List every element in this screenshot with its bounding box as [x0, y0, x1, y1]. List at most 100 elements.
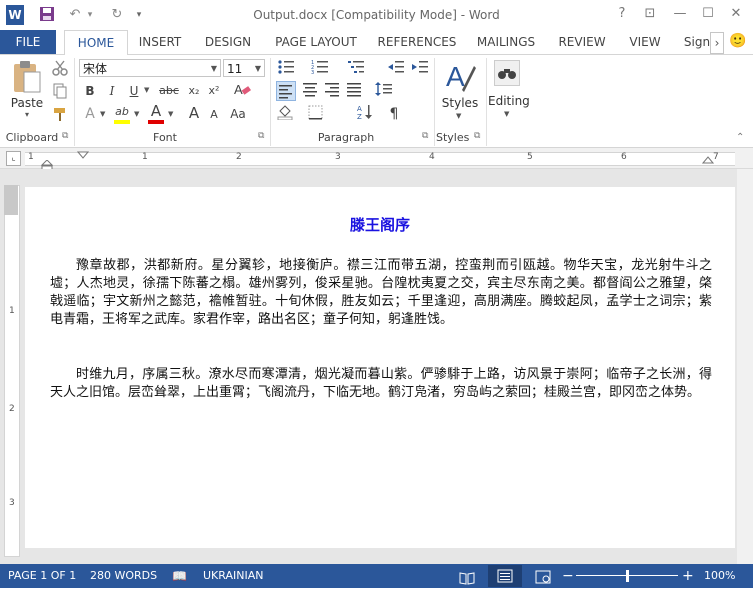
decrease-indent-icon[interactable]	[386, 59, 406, 79]
document-paragraph[interactable]: 时维九月，序属三秋。潦水尽而寒潭清，烟光凝而暮山紫。俨骖騑于上路，访风景于崇阿；…	[50, 366, 712, 402]
font-size-combo[interactable]: 11 ▼	[223, 59, 265, 77]
font-color-dropdown-icon[interactable]: ▼	[168, 110, 173, 118]
tab-mailings[interactable]: MAILINGS	[470, 30, 542, 54]
tab-view[interactable]: VIEW	[622, 30, 668, 54]
clear-formatting-icon[interactable]: A	[232, 81, 252, 101]
save-icon[interactable]	[38, 6, 56, 24]
tab-references[interactable]: REFERENCES	[376, 30, 458, 54]
undo-icon[interactable]: ↶	[66, 6, 84, 24]
document-paragraph[interactable]: 豫章故郡，洪都新府。星分翼轸，地接衡庐。襟三江而带五湖，控蛮荆而引瓯越。物华天宝…	[50, 257, 712, 329]
font-color-button[interactable]: A	[146, 101, 166, 121]
word-count-status[interactable]: 280 WORDS	[90, 564, 157, 588]
zoom-in-button[interactable]: +	[682, 564, 694, 588]
copy-icon[interactable]	[50, 83, 70, 103]
underline-dropdown-icon[interactable]: ▼	[144, 86, 149, 94]
svg-text:3: 3	[311, 70, 314, 75]
styles-dialog-launcher-icon[interactable]: ⧉	[474, 131, 480, 141]
paste-button[interactable]: Paste	[10, 96, 44, 110]
language-status[interactable]: UKRAINIAN	[203, 564, 263, 588]
tab-review[interactable]: REVIEW	[554, 30, 610, 54]
text-effects-button[interactable]: A	[80, 104, 100, 124]
clipboard-dialog-launcher-icon[interactable]: ⧉	[62, 131, 68, 141]
text-effects-dropdown-icon[interactable]: ▼	[100, 110, 105, 118]
ribbon-display-options-button[interactable]: ⊡	[638, 4, 662, 24]
multilevel-list-icon[interactable]	[346, 59, 366, 79]
ruler-tick: 4	[429, 152, 435, 162]
sign-in-link[interactable]: Sign	[680, 30, 714, 54]
strikethrough-button[interactable]: abc	[156, 81, 182, 101]
show-formatting-marks-button[interactable]: ¶	[384, 104, 404, 124]
page-count-status[interactable]: PAGE 1 OF 1	[8, 564, 76, 588]
styles-button[interactable]: Styles	[440, 96, 480, 110]
right-indent-marker-icon[interactable]	[701, 153, 715, 167]
zoom-level[interactable]: 100%	[704, 564, 735, 588]
tab-insert[interactable]: INSERT	[134, 30, 186, 54]
vertical-ruler-margin	[4, 185, 18, 215]
print-layout-button[interactable]	[488, 565, 522, 587]
highlight-button[interactable]: ab	[112, 102, 132, 122]
highlight-dropdown-icon[interactable]: ▼	[134, 110, 139, 118]
minimize-button[interactable]: —	[668, 4, 692, 24]
bold-button[interactable]: B	[80, 81, 100, 101]
align-left-button[interactable]	[276, 81, 296, 101]
paragraph-dialog-launcher-icon[interactable]: ⧉	[422, 131, 428, 141]
proofing-icon[interactable]: 📖	[172, 569, 187, 583]
shrink-font-button[interactable]: A	[204, 105, 224, 125]
smiley-feedback-icon[interactable]: 🙂	[728, 31, 748, 51]
line-spacing-icon[interactable]	[374, 81, 394, 101]
italic-button[interactable]: I	[102, 81, 122, 101]
maximize-button[interactable]: ☐	[696, 4, 720, 24]
tab-home[interactable]: HOME	[64, 30, 128, 56]
styles-group-label: Styles	[436, 131, 470, 144]
paste-icon[interactable]	[10, 60, 42, 94]
numbering-icon[interactable]: 123	[310, 59, 330, 79]
tab-file[interactable]: FILE	[0, 30, 56, 54]
sort-icon[interactable]: AZ	[356, 104, 376, 124]
chevron-down-icon: ▼	[254, 64, 261, 73]
read-mode-icon[interactable]	[459, 570, 475, 594]
zoom-out-button[interactable]: −	[562, 564, 574, 588]
grow-font-button[interactable]: A	[184, 103, 204, 123]
highlight-color-swatch	[114, 120, 130, 124]
help-button[interactable]: ?	[610, 4, 634, 24]
borders-icon[interactable]	[306, 104, 326, 124]
font-dialog-launcher-icon[interactable]: ⧉	[258, 131, 264, 141]
styles-dropdown-icon[interactable]: ▼	[456, 112, 461, 120]
document-heading[interactable]: 滕王阁序	[25, 214, 735, 235]
ruler-tick: 1	[28, 152, 34, 162]
tab-selector-icon[interactable]: ⌞	[6, 151, 21, 166]
word-logo-icon[interactable]: W	[6, 5, 24, 25]
format-painter-icon[interactable]	[50, 106, 70, 126]
binoculars-icon[interactable]	[494, 60, 520, 86]
justify-icon[interactable]	[344, 81, 364, 101]
collapse-ribbon-icon[interactable]: ⌃	[736, 132, 744, 143]
shading-icon[interactable]	[276, 104, 296, 124]
editing-dropdown-icon[interactable]: ▼	[504, 110, 509, 118]
editing-button[interactable]: Editing	[488, 94, 530, 108]
font-name-combo[interactable]: 宋体 ▼	[79, 59, 221, 77]
align-right-icon[interactable]	[322, 81, 342, 101]
cut-icon[interactable]	[50, 60, 70, 80]
first-line-indent-marker-icon[interactable]	[76, 148, 90, 162]
vertical-scrollbar[interactable]	[737, 169, 753, 564]
redo-icon[interactable]: ↻	[108, 6, 126, 24]
status-bar: PAGE 1 OF 1 280 WORDS 📖 UKRAINIAN − + 10…	[0, 564, 753, 588]
change-case-button[interactable]: Aa	[226, 104, 250, 124]
bullets-icon[interactable]	[276, 59, 296, 79]
tab-scroll-right-button[interactable]: ›	[710, 32, 724, 54]
tab-design[interactable]: DESIGN	[200, 30, 256, 54]
undo-dropdown-icon[interactable]: ▾	[84, 6, 96, 24]
align-center-icon[interactable]	[300, 81, 320, 101]
increase-indent-icon[interactable]	[410, 59, 430, 79]
font-size-value: 11	[227, 62, 243, 76]
web-layout-icon[interactable]	[535, 569, 551, 593]
tab-page-layout[interactable]: PAGE LAYOUT	[268, 30, 364, 54]
zoom-slider-thumb[interactable]	[626, 570, 629, 582]
superscript-button[interactable]: x²	[204, 81, 224, 101]
subscript-button[interactable]: x₂	[184, 81, 204, 101]
underline-button[interactable]: U	[124, 81, 144, 101]
customize-qat-icon[interactable]: ▾	[132, 6, 146, 24]
close-button[interactable]: ✕	[724, 4, 748, 24]
styles-icon[interactable]: A	[444, 60, 476, 94]
paste-dropdown-icon[interactable]: ▾	[22, 110, 32, 119]
